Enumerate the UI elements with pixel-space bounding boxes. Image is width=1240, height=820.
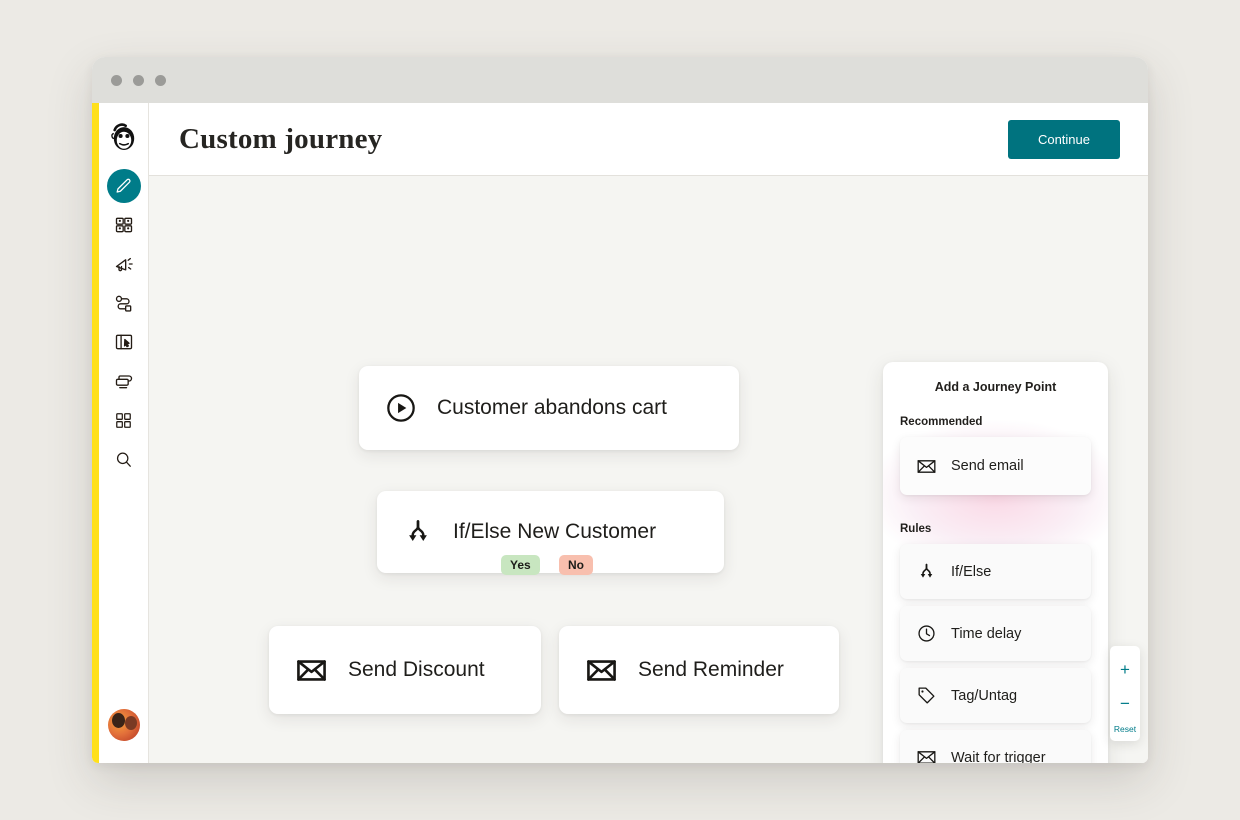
panel-item-label: Wait for trigger: [951, 749, 1046, 764]
panel-item-label: If/Else: [951, 563, 992, 580]
avatar[interactable]: [107, 709, 140, 741]
envelope-icon: [585, 654, 618, 687]
zoom-out-button[interactable]: −: [1110, 690, 1140, 724]
flow-node-branch[interactable]: If/Else New Customer: [377, 491, 724, 573]
left-sidebar: [92, 103, 149, 763]
topbar: Custom journey Continue: [149, 103, 1148, 176]
window-close-dot[interactable]: [111, 74, 122, 86]
add-journey-point-panel: Add a Journey Point Recommended Send ema…: [883, 362, 1108, 763]
zoom-controls: + − Reset: [1110, 646, 1140, 741]
audience-icon: [115, 217, 132, 233]
flow-node-label: Customer abandons cart: [437, 396, 667, 419]
content-icon: [115, 375, 132, 389]
panel-item-label: Tag/Untag: [951, 687, 1018, 704]
panel-item-send-email[interactable]: Send email: [900, 437, 1091, 495]
panel-item-label: Send email: [951, 458, 1024, 474]
sidebar-item-audience[interactable]: [107, 208, 141, 242]
journey-icon: [115, 295, 131, 312]
pencil-icon: [116, 178, 131, 193]
flow-node-send-reminder[interactable]: Send Reminder: [559, 626, 839, 714]
window-titlebar: [92, 57, 1148, 103]
sidebar-item-integrations[interactable]: [107, 403, 141, 437]
main-content: Custom journey Continue Customer abandon…: [149, 103, 1148, 763]
branch-badge-no: No: [559, 555, 593, 575]
envelope-icon: [917, 459, 936, 473]
panel-title: Add a Journey Point: [934, 380, 1057, 394]
mailchimp-logo-icon[interactable]: [105, 117, 143, 155]
branch-badge-yes: Yes: [501, 555, 540, 575]
flow-node-label: If/Else New Customer: [453, 520, 657, 543]
sidebar-item-content[interactable]: [107, 364, 141, 398]
search-icon: [116, 452, 131, 467]
browser-window: Custom journey Continue Customer abandon…: [92, 57, 1148, 763]
envelope-icon: [295, 654, 328, 687]
grid-icon: [116, 412, 131, 428]
sidebar-item-automations[interactable]: [107, 286, 141, 320]
journey-canvas[interactable]: Customer abandons cart If/Else New Custo…: [149, 176, 1148, 763]
page-title: Custom journey: [179, 122, 383, 155]
panel-item-wait-for-trigger[interactable]: Wait for trigger: [900, 730, 1091, 763]
window-maximize-dot[interactable]: [155, 74, 166, 86]
window-body: Custom journey Continue Customer abandon…: [92, 103, 1148, 763]
tag-icon: [918, 687, 935, 704]
panel-item-label: Time delay: [951, 625, 1022, 642]
play-circle-icon: [385, 392, 417, 424]
sidebar-item-website[interactable]: [107, 325, 141, 359]
sidebar-item-search[interactable]: [107, 442, 141, 476]
envelope-icon: [917, 751, 936, 763]
branch-icon: [920, 563, 933, 578]
panel-section-label-rules: Rules: [900, 523, 932, 535]
branch-icon: [403, 517, 433, 547]
flow-node-label: Send Discount: [348, 658, 485, 681]
panel-item-if-else[interactable]: If/Else: [900, 544, 1091, 599]
window-minimize-dot[interactable]: [133, 74, 144, 86]
clock-icon: [918, 625, 935, 642]
continue-button[interactable]: Continue: [1007, 119, 1120, 159]
sidebar-item-marketing[interactable]: [107, 247, 141, 281]
flow-connectors: [149, 176, 449, 326]
website-icon: [115, 334, 132, 350]
panel-item-tag-untag[interactable]: Tag/Untag: [900, 668, 1091, 723]
panel-section-label-recommended: Recommended: [900, 416, 983, 428]
megaphone-icon: [115, 257, 133, 272]
sidebar-item-campaigns[interactable]: [106, 169, 141, 203]
flow-node-label: Send Reminder: [638, 658, 784, 681]
panel-item-time-delay[interactable]: Time delay: [900, 606, 1091, 661]
flow-node-trigger[interactable]: Customer abandons cart: [359, 366, 739, 450]
flow-node-send-discount[interactable]: Send Discount: [269, 626, 541, 714]
zoom-in-button[interactable]: +: [1110, 656, 1140, 690]
zoom-reset-button[interactable]: Reset: [1114, 724, 1136, 734]
